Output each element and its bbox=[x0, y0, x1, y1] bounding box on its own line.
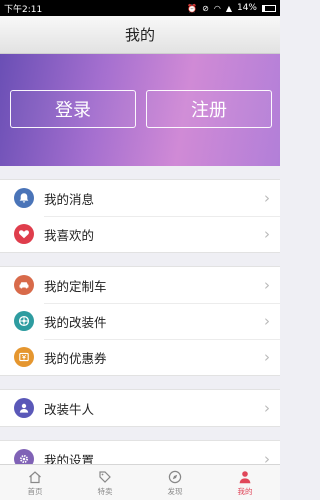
tab-label: 首页 bbox=[27, 486, 43, 496]
tab-home[interactable]: 首页 bbox=[0, 465, 70, 500]
chevron-right-icon: › bbox=[264, 276, 270, 294]
tab-discover[interactable]: 发现 bbox=[140, 465, 210, 500]
bottom-tab-bar: 首页 特卖 发现 我的 bbox=[0, 464, 280, 500]
user-icon bbox=[239, 470, 251, 483]
tab-label: 我的 bbox=[237, 486, 253, 496]
menu-item-messages[interactable]: 我的消息 › bbox=[0, 180, 280, 216]
menu-item-label: 我的改装件 bbox=[44, 314, 107, 330]
login-button[interactable]: 登录 bbox=[10, 90, 136, 128]
menu-item-label: 我的优惠券 bbox=[44, 350, 107, 366]
menu-item-label: 我的定制车 bbox=[44, 278, 107, 294]
tag-icon bbox=[99, 470, 111, 483]
menu-item-parts[interactable]: 我的改装件 › bbox=[0, 303, 280, 339]
chevron-right-icon: › bbox=[264, 399, 270, 417]
status-time: 下午2:11 bbox=[4, 4, 43, 15]
home-icon bbox=[29, 470, 41, 483]
chevron-right-icon: › bbox=[264, 189, 270, 207]
tab-mine[interactable]: 我的 bbox=[210, 465, 280, 500]
status-icons: ⏰ ⊘ ◠ ▲ 14% bbox=[187, 3, 276, 13]
wheel-icon bbox=[14, 311, 34, 331]
status-bar: 下午2:11 ⏰ ⊘ ◠ ▲ 14% bbox=[0, 0, 280, 16]
menu-item-label: 我的消息 bbox=[44, 191, 95, 207]
menu-item-favorites[interactable]: 我喜欢的 › bbox=[0, 216, 280, 252]
title-bar: 我的 bbox=[0, 16, 280, 54]
page-title: 我的 bbox=[124, 26, 155, 44]
menu-item-coupons[interactable]: 我的优惠券 › bbox=[0, 339, 280, 375]
car-icon bbox=[14, 275, 34, 295]
tab-sale[interactable]: 特卖 bbox=[70, 465, 140, 500]
login-banner: 登录 注册 bbox=[0, 54, 280, 166]
menu-item-custom-car[interactable]: 我的定制车 › bbox=[0, 267, 280, 303]
menu-group-messages: 我的消息 › 我喜欢的 › bbox=[0, 179, 280, 253]
wifi-icon: ◠ bbox=[213, 3, 221, 13]
mute-icon: ⊘ bbox=[202, 3, 209, 13]
battery-icon bbox=[262, 4, 276, 12]
battery-percent: 14% bbox=[236, 3, 257, 13]
tab-label: 发现 bbox=[167, 486, 183, 496]
menu-group-experts: 改装牛人 › bbox=[0, 389, 280, 427]
tab-label: 特卖 bbox=[97, 486, 113, 496]
coupon-icon bbox=[14, 347, 34, 367]
compass-icon bbox=[168, 470, 182, 483]
heart-icon bbox=[14, 224, 34, 244]
chevron-right-icon: › bbox=[264, 225, 270, 243]
menu-group-custom: 我的定制车 › 我的改装件 › 我的优惠券 › bbox=[0, 266, 280, 376]
menu-item-label: 改装牛人 bbox=[44, 401, 95, 417]
person-icon bbox=[14, 398, 34, 418]
signal-icon: ▲ bbox=[225, 3, 232, 13]
bell-icon bbox=[14, 188, 34, 208]
alarm-icon: ⏰ bbox=[187, 3, 198, 13]
menu-item-experts[interactable]: 改装牛人 › bbox=[0, 390, 280, 426]
chevron-right-icon: › bbox=[264, 312, 270, 330]
register-button[interactable]: 注册 bbox=[146, 90, 272, 128]
menu-item-label: 我喜欢的 bbox=[44, 227, 95, 243]
chevron-right-icon: › bbox=[264, 348, 270, 366]
